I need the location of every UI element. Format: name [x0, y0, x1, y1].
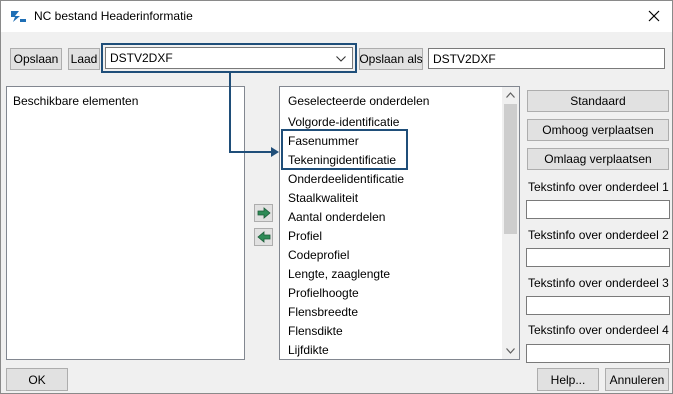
- scrollbar-thumb[interactable]: [504, 104, 517, 234]
- window-title: NC bestand Headerinformatie: [34, 9, 193, 23]
- text-info-1-label: Tekstinfo over onderdeel 1: [528, 180, 669, 194]
- cancel-button[interactable]: Annuleren: [605, 368, 669, 391]
- close-button[interactable]: [641, 4, 667, 28]
- arrow-right-icon: [257, 207, 271, 219]
- list-item[interactable]: Aantal onderdelen: [288, 210, 385, 224]
- list-item[interactable]: Flensbreedte: [288, 305, 358, 319]
- list-item[interactable]: Profielhoogte: [288, 286, 359, 300]
- arrow-left-icon: [256, 231, 270, 243]
- text-info-4-input[interactable]: [526, 344, 670, 363]
- standard-button[interactable]: Standaard: [527, 90, 669, 112]
- list-item[interactable]: Lijfdikte: [288, 343, 329, 357]
- available-elements-list[interactable]: Beschikbare elementen: [6, 86, 245, 360]
- save-button[interactable]: Opslaan: [10, 48, 62, 70]
- help-button[interactable]: Help...: [537, 368, 599, 391]
- list-item[interactable]: Onderdeelidentificatie: [288, 172, 404, 186]
- move-up-button[interactable]: Omhoog verplaatsen: [527, 119, 669, 141]
- items-highlight-box: [281, 129, 408, 170]
- scroll-down-icon[interactable]: [506, 348, 515, 354]
- list-item[interactable]: Staalkwaliteit: [288, 191, 358, 205]
- selected-parts-header: Geselecteerde onderdelen: [288, 94, 430, 108]
- save-as-button[interactable]: Opslaan als: [359, 48, 423, 70]
- close-icon: [648, 10, 660, 22]
- list-item[interactable]: Profiel: [288, 229, 322, 243]
- list-item[interactable]: Volgorde-identificatie: [288, 115, 399, 129]
- connector-arrow: [229, 71, 279, 157]
- remove-from-selection-button[interactable]: [254, 228, 273, 246]
- text-info-4-label: Tekstinfo over onderdeel 4: [528, 323, 669, 337]
- list-item[interactable]: Codeprofiel: [288, 248, 349, 262]
- list-item[interactable]: Lengte, zaaglengte: [288, 267, 390, 281]
- load-button[interactable]: Laad: [68, 48, 100, 70]
- move-down-button[interactable]: Omlaag verplaatsen: [527, 148, 669, 170]
- scrollbar[interactable]: [502, 87, 519, 359]
- scroll-up-icon[interactable]: [506, 92, 515, 98]
- available-elements-header: Beschikbare elementen: [13, 94, 139, 108]
- add-to-selection-button[interactable]: [254, 204, 273, 222]
- list-item[interactable]: Flensdikte: [288, 324, 343, 338]
- save-as-input[interactable]: DSTV2DXF: [428, 48, 665, 69]
- text-info-3-input[interactable]: [526, 296, 670, 315]
- text-info-2-label: Tekstinfo over onderdeel 2: [528, 228, 669, 242]
- dialog-window: NC bestand Headerinformatie Opslaan Laad…: [0, 0, 673, 394]
- app-icon: [10, 9, 26, 23]
- ok-button[interactable]: OK: [6, 368, 68, 391]
- title-bar: NC bestand Headerinformatie: [1, 1, 672, 32]
- text-info-3-label: Tekstinfo over onderdeel 3: [528, 276, 669, 290]
- selected-parts-list[interactable]: Geselecteerde onderdelen Volgorde-identi…: [279, 86, 520, 360]
- text-info-1-input[interactable]: [526, 200, 670, 219]
- text-info-2-input[interactable]: [526, 248, 670, 267]
